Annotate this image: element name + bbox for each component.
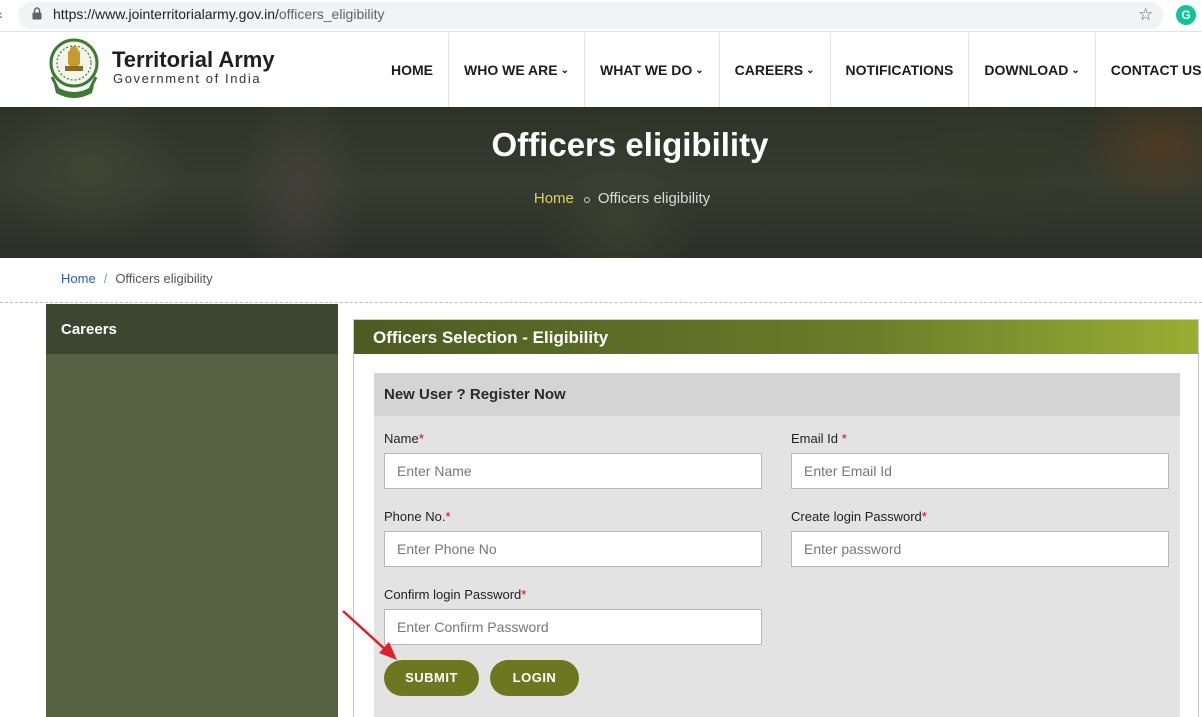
email-input[interactable]: Enter Email Id	[791, 453, 1169, 489]
hero-breadcrumb-current: Officers eligibility	[597, 190, 711, 207]
breadcrumb-dot-icon	[583, 197, 590, 203]
hero-breadcrumb-home[interactable]: Home	[534, 190, 574, 207]
grammarly-icon[interactable]: G	[1176, 5, 1196, 25]
nav-download[interactable]: DOWNLOAD ⌄	[968, 33, 1094, 107]
form-title: New User ? Register Now	[374, 373, 1180, 416]
required-mark: *	[418, 431, 424, 446]
name-label-text: Name	[384, 431, 419, 446]
nav-notifications-label: NOTIFICATIONS	[845, 62, 954, 78]
lock-icon	[32, 7, 42, 20]
eligibility-panel: Officers Selection - Eligibility New Use…	[353, 319, 1199, 717]
hero-breadcrumb: Home Officers eligibility	[0, 190, 1202, 207]
chevron-down-icon: ⌄	[560, 64, 569, 76]
required-mark: *	[445, 509, 451, 524]
name-input[interactable]: Enter Name	[384, 453, 762, 489]
nav-careers[interactable]: CAREERS ⌄	[718, 33, 830, 107]
breadcrumb-home[interactable]: Home	[61, 271, 96, 286]
panel-title: Officers Selection - Eligibility	[354, 320, 1198, 354]
url-host: https://www.jointerritorialarmy.gov.in/	[53, 6, 279, 22]
nav-contact-us[interactable]: CONTACT US	[1094, 33, 1202, 107]
sidebar: Careers	[46, 304, 338, 717]
nav-what-we-do[interactable]: WHAT WE DO ⌄	[583, 33, 719, 107]
site-header: Territorial Army Government of India HOM…	[0, 33, 1202, 107]
email-label-text: Email Id	[791, 431, 842, 446]
chevron-down-icon: ⌄	[1071, 64, 1080, 76]
login-button[interactable]: LOGIN	[490, 660, 579, 696]
back-icon[interactable]: ‹	[0, 6, 3, 22]
required-mark: *	[841, 431, 847, 446]
phone-label-text: Phone No.	[384, 509, 446, 524]
brand-title[interactable]: Territorial Army	[112, 47, 275, 73]
nav-who-we-are-label: WHO WE ARE	[464, 62, 558, 78]
register-form: New User ? Register Now Name* Enter Name…	[374, 373, 1180, 717]
sidebar-heading[interactable]: Careers	[46, 304, 338, 354]
nav-home-label: HOME	[391, 62, 433, 78]
chevron-down-icon: ⌄	[806, 64, 815, 76]
password-label-text: Create login Password	[791, 509, 922, 524]
confirm-password-label-text: Confirm login Password	[384, 587, 522, 602]
password-label: Create login Password*	[791, 509, 927, 524]
name-label: Name*	[384, 431, 424, 446]
confirm-password-input[interactable]: Enter Confirm Password	[384, 609, 762, 645]
hero-banner: Officers eligibility Home Officers eligib…	[0, 107, 1202, 258]
nav-download-label: DOWNLOAD	[984, 62, 1069, 78]
brand-subtitle: Government of India	[113, 71, 262, 86]
hero-title: Officers eligibility	[491, 126, 769, 163]
nav-contact-us-label: CONTACT US	[1110, 62, 1202, 78]
confirm-password-label: Confirm login Password*	[384, 587, 526, 602]
breadcrumb-separator: /	[103, 271, 108, 286]
phone-input[interactable]: Enter Phone No	[384, 531, 762, 567]
section-divider	[0, 302, 1202, 303]
star-icon[interactable]: ☆	[1138, 5, 1153, 25]
submit-button[interactable]: SUBMIT	[384, 660, 479, 696]
breadcrumb-current: Officers eligibility	[115, 271, 213, 286]
chevron-down-icon: ⌄	[695, 64, 704, 76]
url-text[interactable]: https://www.jointerritorialarmy.gov.in/o…	[53, 6, 384, 22]
emblem-icon[interactable]	[48, 37, 100, 103]
breadcrumb: Home / Officers eligibility	[61, 271, 213, 286]
nav-notifications[interactable]: NOTIFICATIONS	[829, 33, 969, 107]
nav-careers-label: CAREERS	[734, 62, 804, 78]
main-nav: HOME WHO WE ARE ⌄ WHAT WE DO ⌄ CAREERS ⌄ NO…	[376, 33, 1202, 107]
nav-what-we-do-label: WHAT WE DO	[599, 62, 693, 78]
phone-label: Phone No.*	[384, 509, 451, 524]
password-input[interactable]: Enter password	[791, 531, 1169, 567]
url-path: officers_eligibility	[278, 6, 385, 22]
nav-who-we-are[interactable]: WHO WE ARE ⌄	[448, 33, 584, 107]
required-mark: *	[921, 509, 927, 524]
browser-url-bar: ‹ https://www.jointerritorialarmy.gov.in…	[0, 0, 1202, 32]
email-label: Email Id *	[791, 431, 847, 446]
required-mark: *	[521, 587, 527, 602]
nav-home[interactable]: HOME	[376, 33, 448, 107]
